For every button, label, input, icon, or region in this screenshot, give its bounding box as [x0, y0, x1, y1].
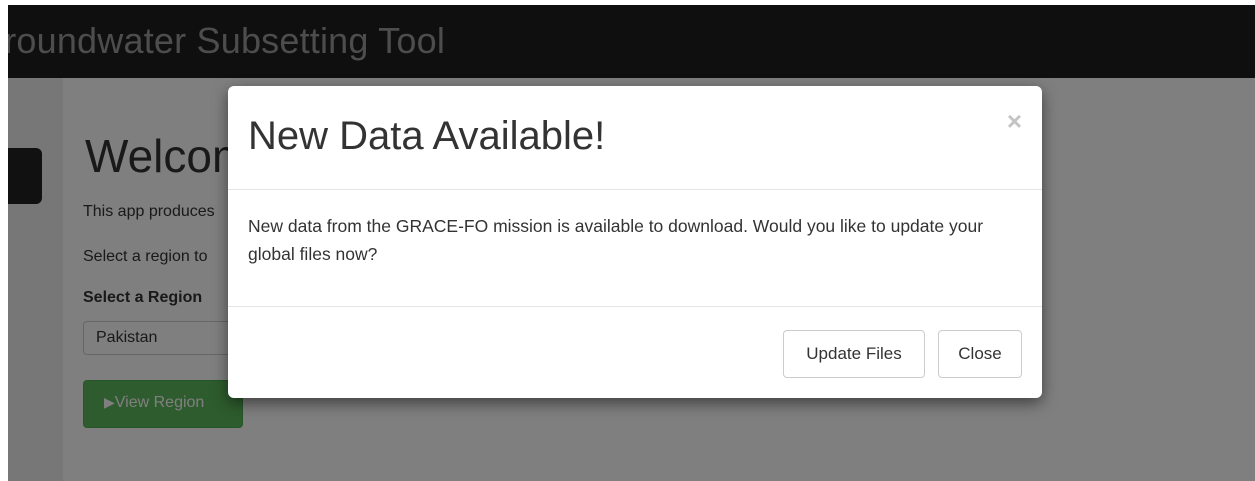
modal-message: New data from the GRACE-FO mission is av… — [248, 216, 984, 264]
update-files-button[interactable]: Update Files — [783, 330, 925, 378]
close-icon[interactable]: × — [1007, 108, 1022, 134]
app-window: Groundwater Subsetting Tool Welcome This… — [8, 5, 1255, 481]
modal-header: New Data Available! × — [228, 86, 1042, 190]
close-button[interactable]: Close — [938, 330, 1022, 378]
modal-title: New Data Available! — [248, 114, 606, 158]
new-data-modal: New Data Available! × New data from the … — [228, 86, 1042, 398]
modal-footer: Update Files Close — [228, 306, 1042, 398]
